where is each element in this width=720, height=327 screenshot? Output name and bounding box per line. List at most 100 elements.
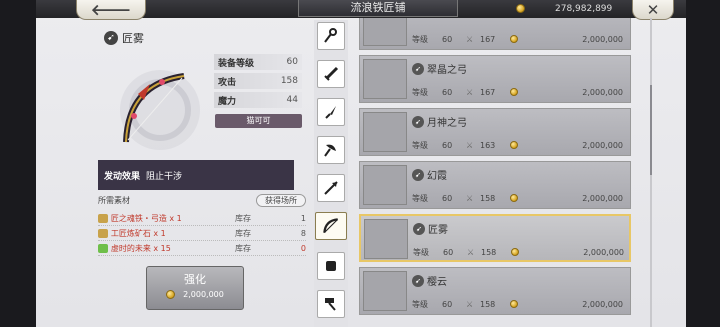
attack-icon: ⚔ <box>466 87 474 97</box>
level-label: 等级 <box>412 87 428 97</box>
card-stats: 等级 60 ⚔ 167 2,000,000 <box>412 32 627 46</box>
price-value: 2,000,000 <box>582 87 623 97</box>
level-label: 等级 <box>412 193 428 203</box>
level-label: 等级 <box>412 34 428 44</box>
weapon-thumbnail <box>363 271 407 311</box>
weapon-thumbnail <box>363 59 407 99</box>
material-row[interactable]: 匠之魂铁・弓造 x 1 库存 1 <box>98 211 306 226</box>
weapon-image <box>120 70 200 150</box>
weapon-thumbnail <box>363 112 407 152</box>
stock-count: 1 <box>300 213 307 223</box>
stat-value: 60 <box>286 57 298 67</box>
tab-hammer[interactable] <box>317 290 345 318</box>
back-button[interactable]: 🡐 <box>76 0 146 20</box>
dagger-icon <box>325 106 336 119</box>
ore-icon <box>98 228 108 238</box>
price-value: 2,000,000 <box>583 247 624 257</box>
stat-row: 魔力 44 <box>214 92 302 108</box>
weapon-card[interactable]: ➹ 翠晶之弓 等级 60 ⚔ 167 2,000,000 <box>359 55 631 103</box>
weapon-thumbnail <box>364 219 408 259</box>
attack-icon: ⚔ <box>466 34 474 44</box>
ingot-icon <box>98 213 108 223</box>
level-value: 60 <box>443 247 454 257</box>
bow-type-icon: ➹ <box>412 115 424 128</box>
material-name: 匠之魂铁・弓造 x 1 <box>110 213 182 223</box>
coin-icon <box>516 4 525 13</box>
close-icon: ✕ <box>646 0 660 19</box>
coin-icon <box>510 194 518 202</box>
price-value: 2,000,000 <box>582 140 623 150</box>
list-scroll-thumb[interactable] <box>650 85 652 175</box>
stock-label: 库存 <box>235 213 252 223</box>
stat-label: 装备等级 <box>218 58 255 69</box>
coin-icon <box>511 248 519 256</box>
material-name: 工匠炼矿石 x 1 <box>110 228 166 238</box>
bow-type-icon: ➹ <box>104 31 118 45</box>
attack-value: 158 <box>480 299 496 309</box>
stats-table: 装备等级 60 攻击 158 魔力 44 <box>214 54 302 111</box>
tab-staff[interactable] <box>317 22 345 50</box>
coin-icon <box>510 141 518 149</box>
tab-spear[interactable] <box>317 174 345 202</box>
price-value: 2,000,000 <box>582 34 623 44</box>
coin-icon <box>510 35 518 43</box>
bow-type-icon: ➹ <box>412 274 424 287</box>
stat-label: 魔力 <box>218 96 237 107</box>
crystal-icon <box>98 243 108 253</box>
materials-label: 所需素材 <box>98 195 130 205</box>
attack-icon: ⚔ <box>466 299 474 309</box>
weapon-card[interactable]: ➹ 樱云 等级 60 ⚔ 158 2,000,000 <box>359 267 631 315</box>
card-stats: 等级 60 ⚔ 163 2,000,000 <box>412 138 627 152</box>
stat-row: 攻击 158 <box>214 73 302 89</box>
attack-icon: ⚔ <box>466 140 474 150</box>
bow-icon <box>323 218 339 234</box>
weapon-name: 翠晶之弓 <box>427 65 467 76</box>
tab-dagger[interactable] <box>317 98 345 126</box>
material-name: 虚时的未来 x 15 <box>110 243 171 253</box>
card-stats: 等级 60 ⚔ 158 2,000,000 <box>413 245 628 259</box>
stat-value: 158 <box>280 76 298 86</box>
weapon-card-selected[interactable]: ➹ 匠雾 等级 60 ⚔ 158 2,000,000 <box>359 214 631 262</box>
weapon-list: 等级 60 ⚔ 167 2,000,000 ➹ 翠晶之弓 等级 60 ⚔ 167 … <box>359 18 639 327</box>
card-stats: 等级 60 ⚔ 158 2,000,000 <box>412 297 627 311</box>
bow-type-icon: ➹ <box>413 222 425 235</box>
enhance-button[interactable]: 强化 2,000,000 <box>146 266 244 310</box>
weapon-category-tabs <box>314 20 348 327</box>
weapon-thumbnail <box>363 165 407 205</box>
weapon-card[interactable]: ➹ 幻霞 等级 60 ⚔ 158 2,000,000 <box>359 161 631 209</box>
tab-bow[interactable] <box>315 212 347 240</box>
sword-icon <box>324 66 339 81</box>
item-name: 匠雾 <box>122 32 144 45</box>
weapon-card[interactable]: ➹ 月神之弓 等级 60 ⚔ 163 2,000,000 <box>359 108 631 156</box>
tab-axe[interactable] <box>317 136 345 164</box>
arrow-left-icon: 🡐 <box>90 1 132 19</box>
stat-value: 44 <box>286 95 298 105</box>
level-value: 60 <box>442 193 453 203</box>
card-name: ➹ 翠晶之弓 <box>412 61 467 76</box>
weapon-card[interactable]: 等级 60 ⚔ 167 2,000,000 <box>359 18 631 50</box>
close-button[interactable]: ✕ <box>632 0 674 20</box>
materials-header: 所需素材 获得场所 <box>98 192 306 208</box>
attack-value: 167 <box>480 87 496 97</box>
item-header: ➹ 匠雾 <box>104 30 144 46</box>
obtain-location-button[interactable]: 获得场所 <box>256 193 306 207</box>
card-name: ➹ 樱云 <box>412 273 447 288</box>
weapon-thumbnail <box>363 18 407 46</box>
card-stats: 等级 60 ⚔ 158 2,000,000 <box>412 191 627 205</box>
card-name: ➹ 月神之弓 <box>412 114 467 129</box>
weapon-name: 幻霞 <box>427 171 447 182</box>
stock-label: 库存 <box>235 243 252 253</box>
owner-name-tag: 猫可可 <box>215 114 302 128</box>
spear-icon <box>324 181 338 195</box>
material-row[interactable]: 虚时的未来 x 15 库存 0 <box>98 241 306 256</box>
enhance-cost-value: 2,000,000 <box>183 290 224 299</box>
material-row[interactable]: 工匠炼矿石 x 1 库存 8 <box>98 226 306 241</box>
card-name: ➹ 幻霞 <box>412 167 447 182</box>
materials-list: 匠之魂铁・弓造 x 1 库存 1 工匠炼矿石 x 1 库存 8 虚时的未来 x … <box>98 211 306 256</box>
stock-count: 0 <box>300 243 307 253</box>
tab-sword[interactable] <box>317 60 345 88</box>
attack-icon: ⚔ <box>466 193 474 203</box>
weapon-name: 月神之弓 <box>427 118 467 129</box>
coin-icon <box>166 290 176 299</box>
tab-gauntlet[interactable] <box>317 252 345 280</box>
